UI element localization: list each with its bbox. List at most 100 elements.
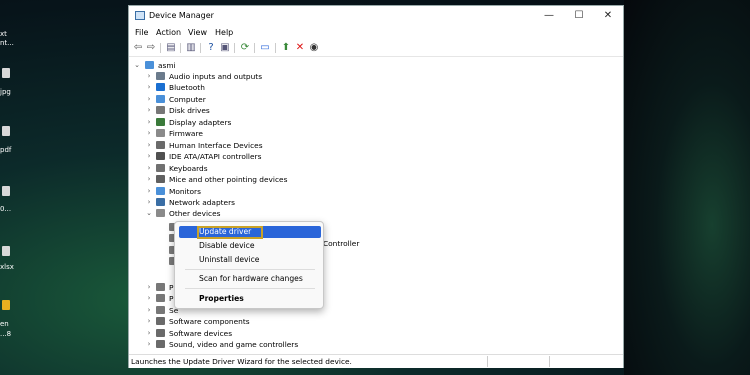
back-arrow-icon[interactable]: ⇦ — [132, 42, 144, 54]
desktop-file-label[interactable]: pdf — [0, 146, 11, 155]
chevron-icon[interactable]: › — [145, 105, 153, 116]
device-category-icon — [156, 340, 165, 349]
tree-item-label: Keyboards — [169, 163, 208, 173]
desktop-file-label[interactable]: jpg — [0, 88, 11, 97]
device-category-icon — [156, 328, 165, 337]
tree-item[interactable]: › Mice and other pointing devices — [145, 174, 365, 185]
desktop-file-label[interactable]: ...8 — [0, 330, 11, 339]
file-icon[interactable] — [2, 68, 10, 78]
chevron-icon[interactable]: › — [145, 151, 153, 162]
chevron-icon[interactable]: › — [145, 174, 153, 185]
tree-item[interactable]: › IDE ATA/ATAPI controllers — [145, 151, 365, 162]
chevron-icon[interactable]: › — [145, 71, 153, 82]
file-icon[interactable] — [2, 126, 10, 136]
toolbar-divider — [180, 43, 181, 53]
status-bar: Launches the Update Driver Wizard for th… — [129, 354, 623, 368]
tree-item[interactable]: › Sound, video and game controllers — [145, 339, 365, 350]
tree-item[interactable]: › Software components — [145, 316, 365, 327]
menu-action[interactable]: Action — [156, 28, 181, 37]
device-category-icon — [156, 72, 165, 80]
tree-item-label: Software components — [169, 317, 250, 327]
scan-hardware-icon[interactable]: ▭ — [259, 42, 271, 54]
uninstall-x-icon[interactable]: ✕ — [294, 42, 306, 54]
menu-file[interactable]: File — [135, 28, 148, 37]
tree-item[interactable]: › Audio inputs and outputs — [145, 71, 365, 82]
tree-item[interactable]: › Network adapters — [145, 197, 365, 208]
document-icon[interactable]: ▥ — [185, 42, 197, 54]
view-icon[interactable]: ▣ — [219, 42, 231, 54]
chevron-icon[interactable]: › — [145, 305, 153, 316]
update-driver-icon[interactable]: ⬆ — [280, 42, 292, 54]
chevron-icon[interactable]: › — [145, 328, 153, 339]
chevron-icon[interactable]: › — [145, 197, 153, 208]
tree-item-label: Sound, video and game controllers — [169, 340, 299, 350]
device-category-icon — [156, 163, 165, 172]
tree-item-label: Human Interface Devices — [169, 140, 263, 150]
status-text: Launches the Update Driver Wizard for th… — [131, 357, 352, 366]
tree-item[interactable]: › Software devices — [145, 328, 365, 339]
window-title: Device Manager — [149, 11, 214, 20]
desktop-file-label[interactable]: xt — [0, 30, 7, 39]
help-icon[interactable]: ? — [205, 42, 217, 54]
menu-separator — [185, 269, 315, 270]
uninstall-device-label: Uninstall device — [199, 255, 260, 264]
chevron-icon[interactable]: › — [145, 186, 153, 197]
properties-menu-item[interactable]: Properties — [179, 293, 321, 305]
chevron-icon[interactable]: ⌄ — [145, 208, 153, 219]
tree-root[interactable]: ⌄ asmi — [133, 60, 333, 71]
tree-item[interactable]: › Human Interface Devices — [145, 140, 365, 151]
toolbar-divider — [275, 43, 276, 53]
title-bar[interactable]: Device Manager — ☐ ✕ — [129, 6, 623, 26]
uninstall-device-menu-item[interactable]: Uninstall device — [179, 254, 321, 266]
tree-item[interactable]: ⌄ Other devices — [145, 208, 365, 219]
tree-item-label: Display adapters — [169, 117, 232, 127]
minimize-button[interactable]: — — [537, 8, 561, 24]
refresh-icon[interactable]: ⟳ — [239, 42, 251, 54]
forward-arrow-icon[interactable]: ⇨ — [145, 42, 157, 54]
chevron-icon[interactable]: › — [145, 282, 153, 293]
file-icon[interactable] — [2, 186, 10, 196]
chevron-icon[interactable]: › — [145, 128, 153, 139]
file-icon[interactable] — [2, 246, 10, 256]
tree-item[interactable]: › Display adapters — [145, 117, 365, 128]
tree-item[interactable]: › Monitors — [145, 186, 365, 197]
scan-hardware-menu-item[interactable]: Scan for hardware changes — [179, 273, 321, 285]
desktop-file-label[interactable]: xlsx — [0, 263, 14, 272]
device-category-icon — [156, 106, 165, 115]
tree-item[interactable]: › Keyboards — [145, 163, 365, 174]
expand-chevron-icon[interactable]: ⌄ — [133, 60, 141, 71]
properties-sheet-icon[interactable]: ▤ — [165, 42, 177, 54]
file-icon[interactable] — [2, 300, 10, 310]
tree-item-label: Mice and other pointing devices — [169, 175, 288, 185]
desktop-file-label[interactable]: en — [0, 320, 9, 329]
toolbar: ⇦ ⇨ ▤ ▥ ? ▣ ⟳ ▭ ⬆ ✕ ◉ — [129, 40, 623, 57]
chevron-icon[interactable]: › — [145, 140, 153, 151]
tree-item-label: P — [169, 283, 174, 292]
chevron-icon[interactable]: › — [145, 163, 153, 174]
chevron-icon[interactable]: › — [145, 117, 153, 128]
tree-item[interactable]: › Firmware — [145, 128, 365, 139]
device-category-icon — [156, 129, 165, 138]
tree-item[interactable]: › Bluetooth — [145, 82, 365, 93]
chevron-icon[interactable]: › — [145, 316, 153, 327]
child-device-label-partial: Controller — [323, 238, 383, 249]
chevron-icon[interactable]: › — [145, 94, 153, 105]
tree-item[interactable]: › Disk drives — [145, 105, 365, 116]
disable-device-menu-item[interactable]: Disable device — [179, 240, 321, 252]
menu-help[interactable]: Help — [215, 28, 233, 37]
chevron-icon[interactable]: › — [145, 82, 153, 93]
desktop-file-label[interactable]: 0... — [0, 205, 11, 214]
device-category-icon — [156, 94, 165, 103]
properties-label: Properties — [199, 294, 244, 303]
close-button[interactable]: ✕ — [596, 8, 620, 24]
toolbar-divider — [200, 43, 201, 53]
maximize-button[interactable]: ☐ — [567, 8, 591, 24]
chevron-icon[interactable]: › — [145, 293, 153, 304]
update-driver-menu-item[interactable]: Update driver — [179, 226, 321, 239]
desktop-file-label[interactable]: nt... — [0, 39, 14, 48]
menu-view[interactable]: View — [188, 28, 207, 37]
download-circle-icon[interactable]: ◉ — [308, 42, 320, 54]
tree-item[interactable]: › Computer — [145, 94, 365, 105]
toolbar-divider — [160, 43, 161, 53]
chevron-icon[interactable]: › — [145, 339, 153, 350]
